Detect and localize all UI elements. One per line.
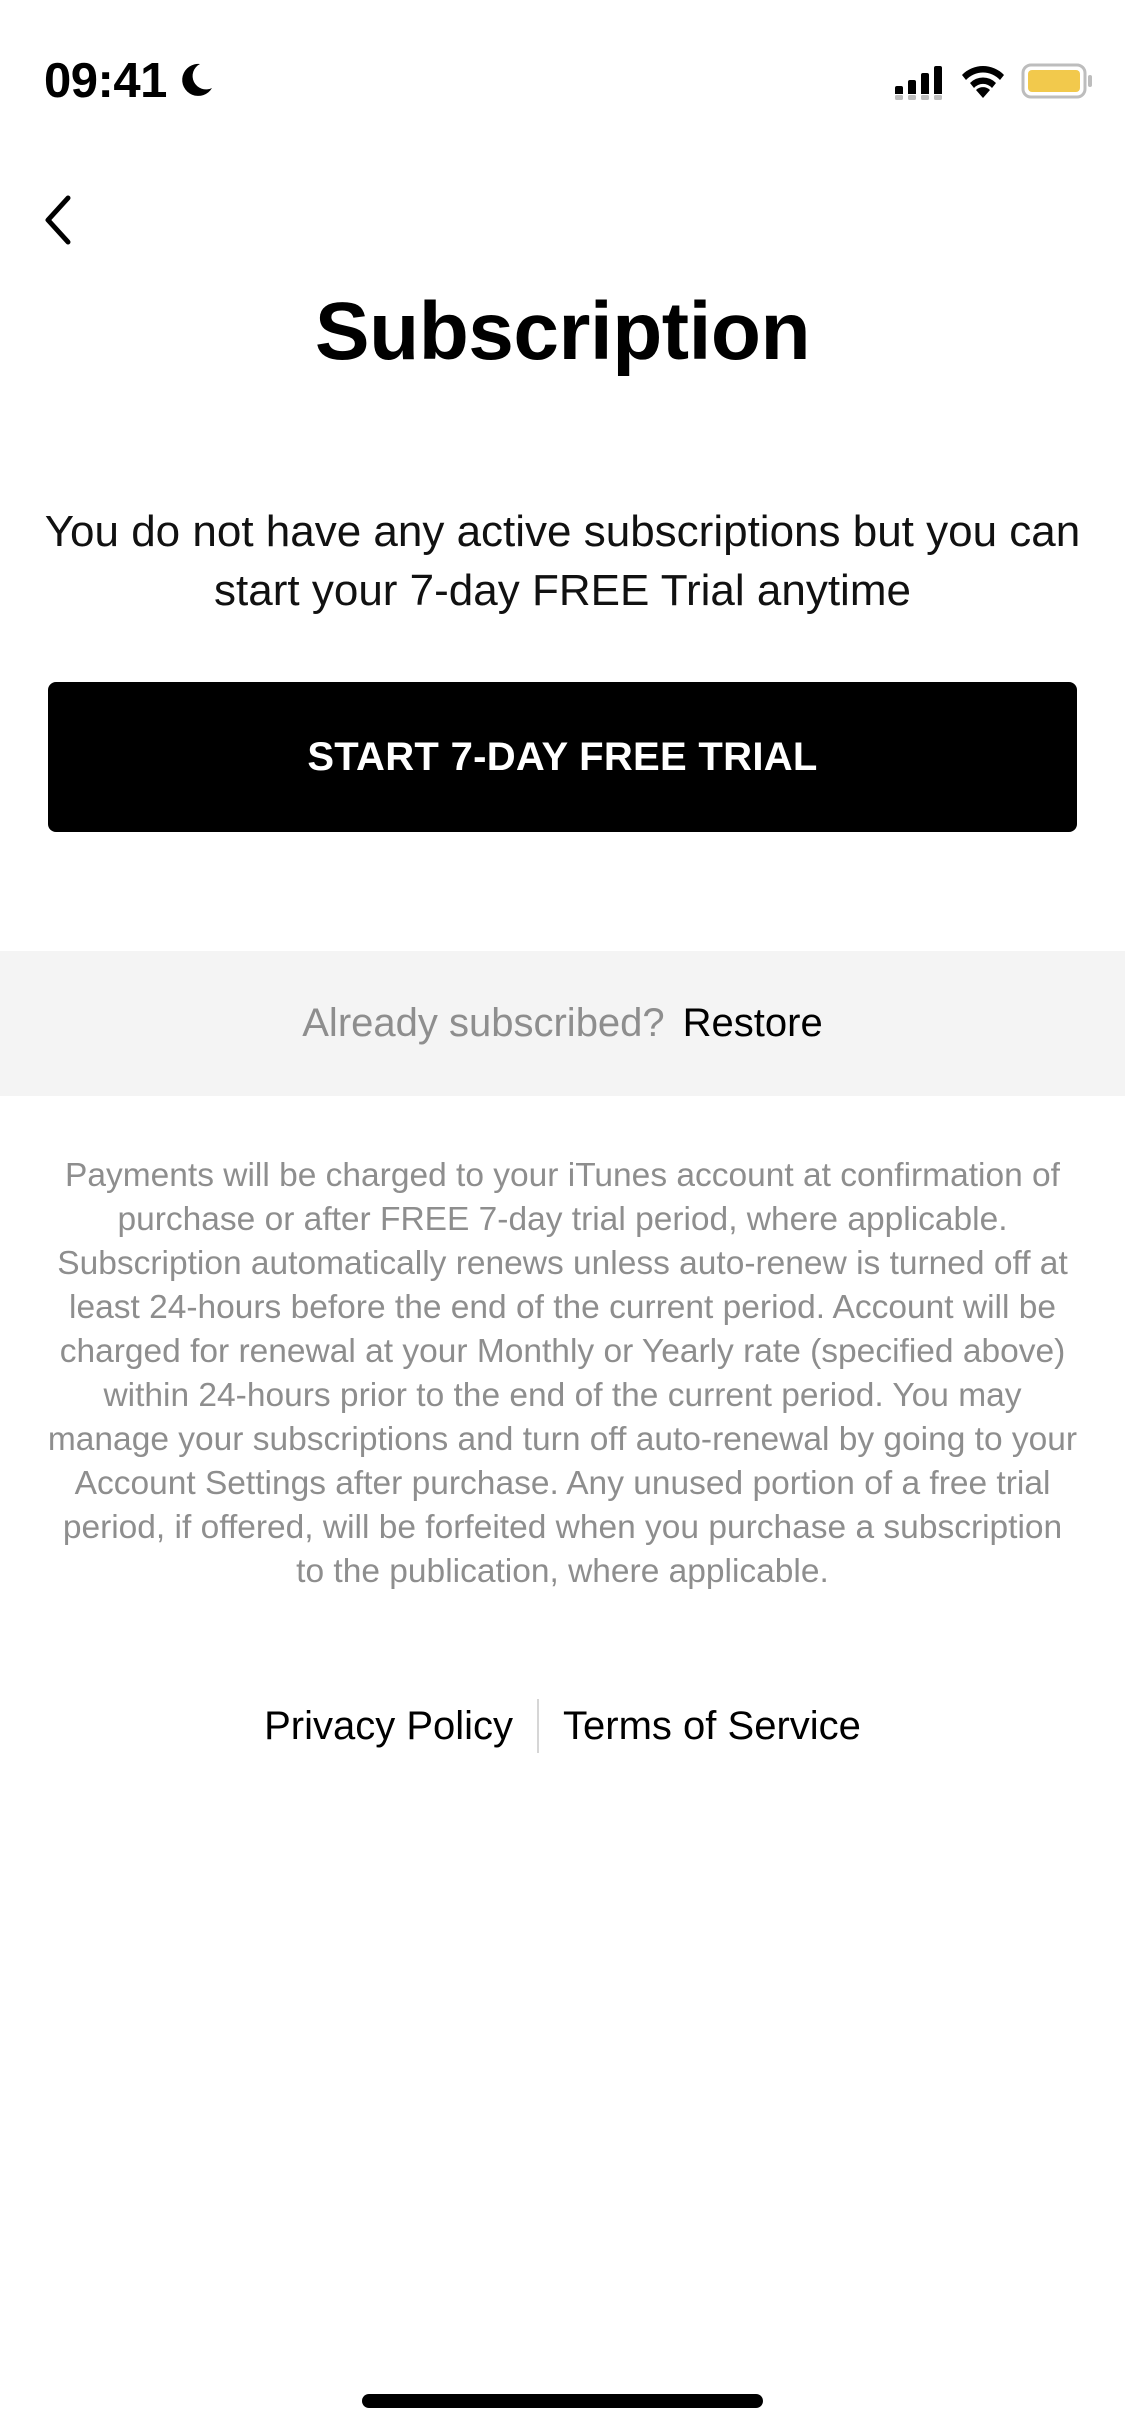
status-time: 09:41 xyxy=(44,54,167,108)
status-bar: 09:41 xyxy=(0,0,1125,150)
battery-icon xyxy=(1021,63,1092,99)
chevron-left-icon xyxy=(45,195,71,245)
start-free-trial-button[interactable]: START 7-DAY FREE TRIAL xyxy=(48,682,1077,832)
privacy-policy-link[interactable]: Privacy Policy xyxy=(240,1704,537,1749)
legal-disclaimer: Payments will be charged to your iTunes … xyxy=(47,1157,1078,1590)
moon-icon xyxy=(182,63,212,96)
home-indicator[interactable] xyxy=(362,2394,763,2408)
page-title: Subscription xyxy=(314,286,811,377)
restore-prompt: Already subscribed? xyxy=(302,1001,665,1045)
start-free-trial-label: START 7-DAY FREE TRIAL xyxy=(307,734,818,779)
wifi-icon xyxy=(962,66,1004,98)
restore-button[interactable]: Restore xyxy=(683,1001,823,1046)
footer-links: Privacy Policy Terms of Service xyxy=(0,1696,1125,1756)
no-subscription-message: You do not have any active subscriptions… xyxy=(44,507,1081,615)
terms-of-service-link[interactable]: Terms of Service xyxy=(539,1704,885,1749)
restore-section: Already subscribed? Restore xyxy=(0,951,1125,1096)
back-button[interactable] xyxy=(34,180,94,260)
cellular-signal-icon xyxy=(895,66,943,100)
